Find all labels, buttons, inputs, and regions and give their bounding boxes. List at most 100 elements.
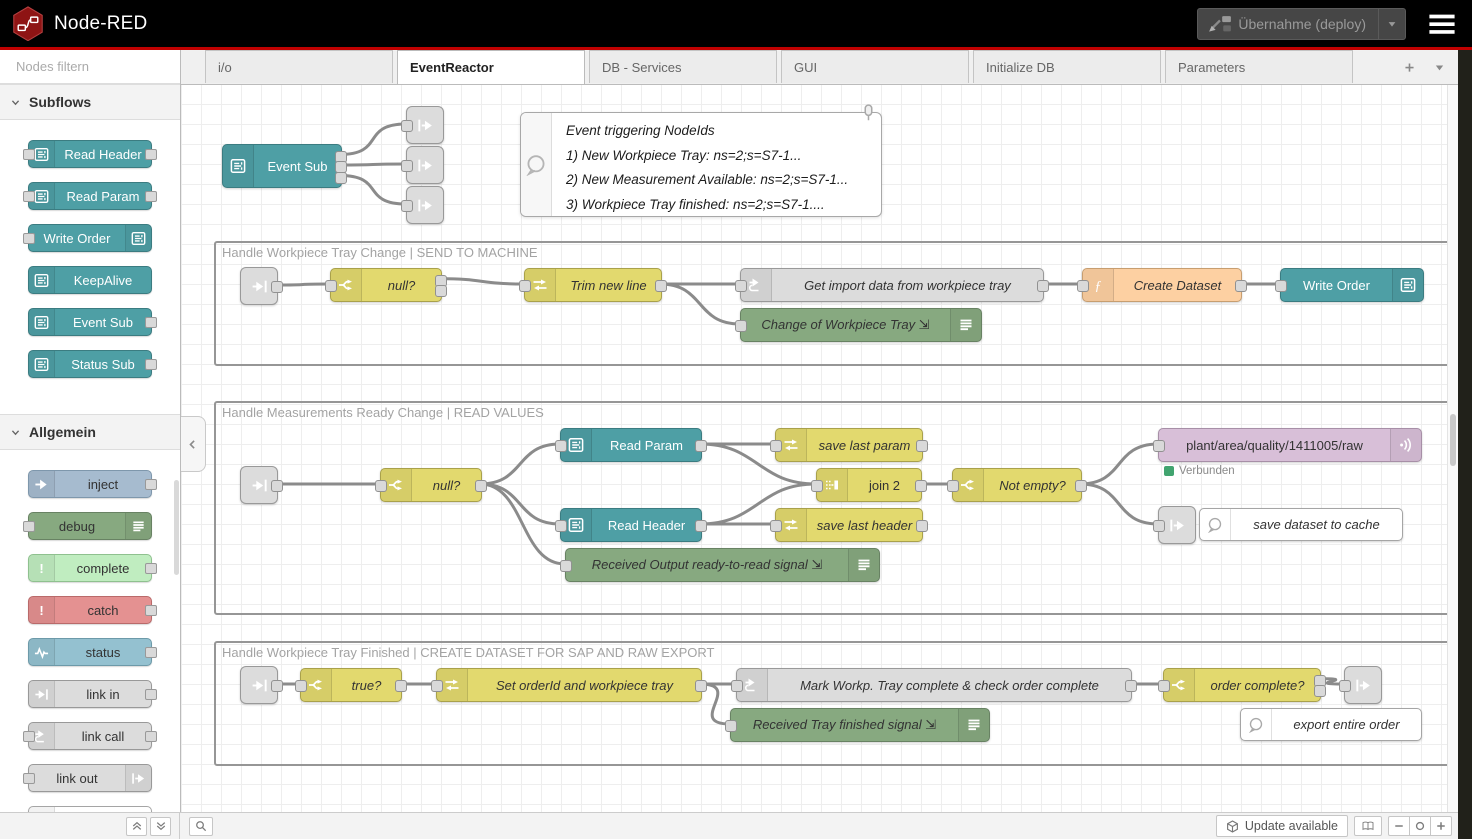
node-link-out-top-2[interactable] xyxy=(406,146,444,184)
node-g2-link-out[interactable] xyxy=(1158,506,1196,544)
output-port[interactable] xyxy=(695,440,707,452)
input-port[interactable] xyxy=(431,680,443,692)
palette-item-complete[interactable]: !complete xyxy=(28,554,152,582)
output-port[interactable] xyxy=(271,281,283,293)
palette-item-link-call[interactable]: link call xyxy=(28,722,152,750)
output-port[interactable] xyxy=(335,172,347,184)
input-port[interactable] xyxy=(1158,680,1170,692)
output-port[interactable] xyxy=(145,317,157,328)
zoom-reset-button[interactable] xyxy=(1409,816,1431,836)
node-g3-mark[interactable]: Mark Workp. Tray complete & check order … xyxy=(736,668,1132,702)
wire[interactable] xyxy=(340,176,406,205)
input-port[interactable] xyxy=(731,680,743,692)
output-port[interactable] xyxy=(395,680,407,692)
input-port[interactable] xyxy=(325,280,337,292)
node-link-out-top-3[interactable] xyxy=(406,186,444,224)
input-port[interactable] xyxy=(23,521,35,532)
flow-canvas[interactable]: Handle Workpiece Tray Change | SEND TO M… xyxy=(181,84,1458,812)
output-port[interactable] xyxy=(145,731,157,742)
input-port[interactable] xyxy=(375,480,387,492)
output-port[interactable] xyxy=(1075,480,1087,492)
palette-item-event-sub[interactable]: Event Sub xyxy=(28,308,152,336)
output-port[interactable] xyxy=(271,680,283,692)
output-port[interactable] xyxy=(1314,685,1326,697)
palette-item-read-param[interactable]: Read Param xyxy=(28,182,152,210)
output-port[interactable] xyxy=(695,680,707,692)
input-port[interactable] xyxy=(555,520,567,532)
expand-all-button[interactable] xyxy=(150,817,171,836)
wire[interactable] xyxy=(1080,444,1158,484)
node-g2-save-header[interactable]: save last header xyxy=(775,508,923,542)
collapse-all-button[interactable] xyxy=(126,817,147,836)
palette-section-header-allgemein[interactable]: Allgemein xyxy=(0,414,180,450)
input-port[interactable] xyxy=(770,440,782,452)
input-port[interactable] xyxy=(401,200,413,212)
node-g2-mqtt[interactable]: plant/area/quality/1411005/raw xyxy=(1158,428,1422,462)
input-port[interactable] xyxy=(23,149,35,160)
node-g3-debug[interactable]: Received Tray finished signal ⇲ xyxy=(730,708,990,742)
output-port[interactable] xyxy=(916,440,928,452)
node-g1-get-import[interactable]: Get import data from workpiece tray xyxy=(740,268,1044,302)
palette-item-status-sub[interactable]: Status Sub xyxy=(28,350,152,378)
palette-item-link-in[interactable]: link in xyxy=(28,680,152,708)
node-g3-order-complete[interactable]: order complete? xyxy=(1163,668,1321,702)
palette-item-catch[interactable]: !catch xyxy=(28,596,152,624)
input-port[interactable] xyxy=(401,160,413,172)
node-link-out-top-1[interactable] xyxy=(406,106,444,144)
tab-db-services[interactable]: DB - Services xyxy=(589,50,777,83)
input-port[interactable] xyxy=(811,480,823,492)
node-g2-comment[interactable]: save dataset to cache xyxy=(1199,508,1403,541)
input-port[interactable] xyxy=(295,680,307,692)
input-port[interactable] xyxy=(1275,280,1287,292)
output-port[interactable] xyxy=(145,689,157,700)
input-port[interactable] xyxy=(23,773,35,784)
wire[interactable] xyxy=(340,124,406,155)
tab-initialize-db[interactable]: Initialize DB xyxy=(973,50,1161,83)
flow-list-button[interactable] xyxy=(1426,54,1452,80)
output-port[interactable] xyxy=(271,480,283,492)
output-port[interactable] xyxy=(145,359,157,370)
input-port[interactable] xyxy=(23,233,35,244)
output-port[interactable] xyxy=(475,480,487,492)
wire[interactable] xyxy=(660,284,740,324)
canvas-scrollbar[interactable] xyxy=(1447,84,1458,812)
input-port[interactable] xyxy=(23,191,35,202)
output-port[interactable] xyxy=(145,479,157,490)
input-port[interactable] xyxy=(401,120,413,132)
palette-item-keepalive[interactable]: KeepAlive xyxy=(28,266,152,294)
output-port[interactable] xyxy=(145,191,157,202)
palette-collapse-button[interactable] xyxy=(181,416,206,472)
node-g3-true[interactable]: true? xyxy=(300,668,402,702)
palette-item-debug[interactable]: debug xyxy=(28,512,152,540)
input-port[interactable] xyxy=(560,560,572,572)
node-event-sub[interactable]: Event Sub xyxy=(222,144,342,188)
wire[interactable] xyxy=(340,164,406,165)
output-port[interactable] xyxy=(1235,280,1247,292)
tab-i-o[interactable]: i/o xyxy=(205,50,393,83)
output-port[interactable] xyxy=(145,149,157,160)
output-port[interactable] xyxy=(916,520,928,532)
output-port[interactable] xyxy=(655,280,667,292)
node-g2-read-param[interactable]: Read Param xyxy=(560,428,702,462)
wire[interactable] xyxy=(276,284,330,285)
output-port[interactable] xyxy=(1125,680,1137,692)
output-port[interactable] xyxy=(695,520,707,532)
palette-search[interactable] xyxy=(0,50,180,84)
palette-item-link-out[interactable]: link out xyxy=(28,764,152,792)
input-port[interactable] xyxy=(735,280,747,292)
palette-item-write-order[interactable]: Write Order xyxy=(28,224,152,252)
node-g1-trim[interactable]: Trim new line xyxy=(524,268,662,302)
node-g1-create-dataset[interactable]: ƒCreate Dataset xyxy=(1082,268,1242,302)
navigator-button[interactable] xyxy=(1354,816,1382,836)
comment-node-event-comment[interactable]: Event triggering NodeIds1) New Workpiece… xyxy=(520,112,882,217)
node-g2-join[interactable]: join 2 xyxy=(816,468,922,502)
node-g1-debug[interactable]: Change of Workpiece Tray ⇲ xyxy=(740,308,982,342)
node-g2-null[interactable]: null? xyxy=(380,468,482,502)
tab-gui[interactable]: GUI xyxy=(781,50,969,83)
node-g2-read-header[interactable]: Read Header xyxy=(560,508,702,542)
node-g3-link-in[interactable] xyxy=(240,666,278,704)
canvas-scrollbar-thumb[interactable] xyxy=(1450,414,1456,466)
palette-item-inject[interactable]: inject xyxy=(28,470,152,498)
node-g2-not-empty[interactable]: Not empty? xyxy=(952,468,1082,502)
palette-search-input[interactable] xyxy=(14,58,181,75)
